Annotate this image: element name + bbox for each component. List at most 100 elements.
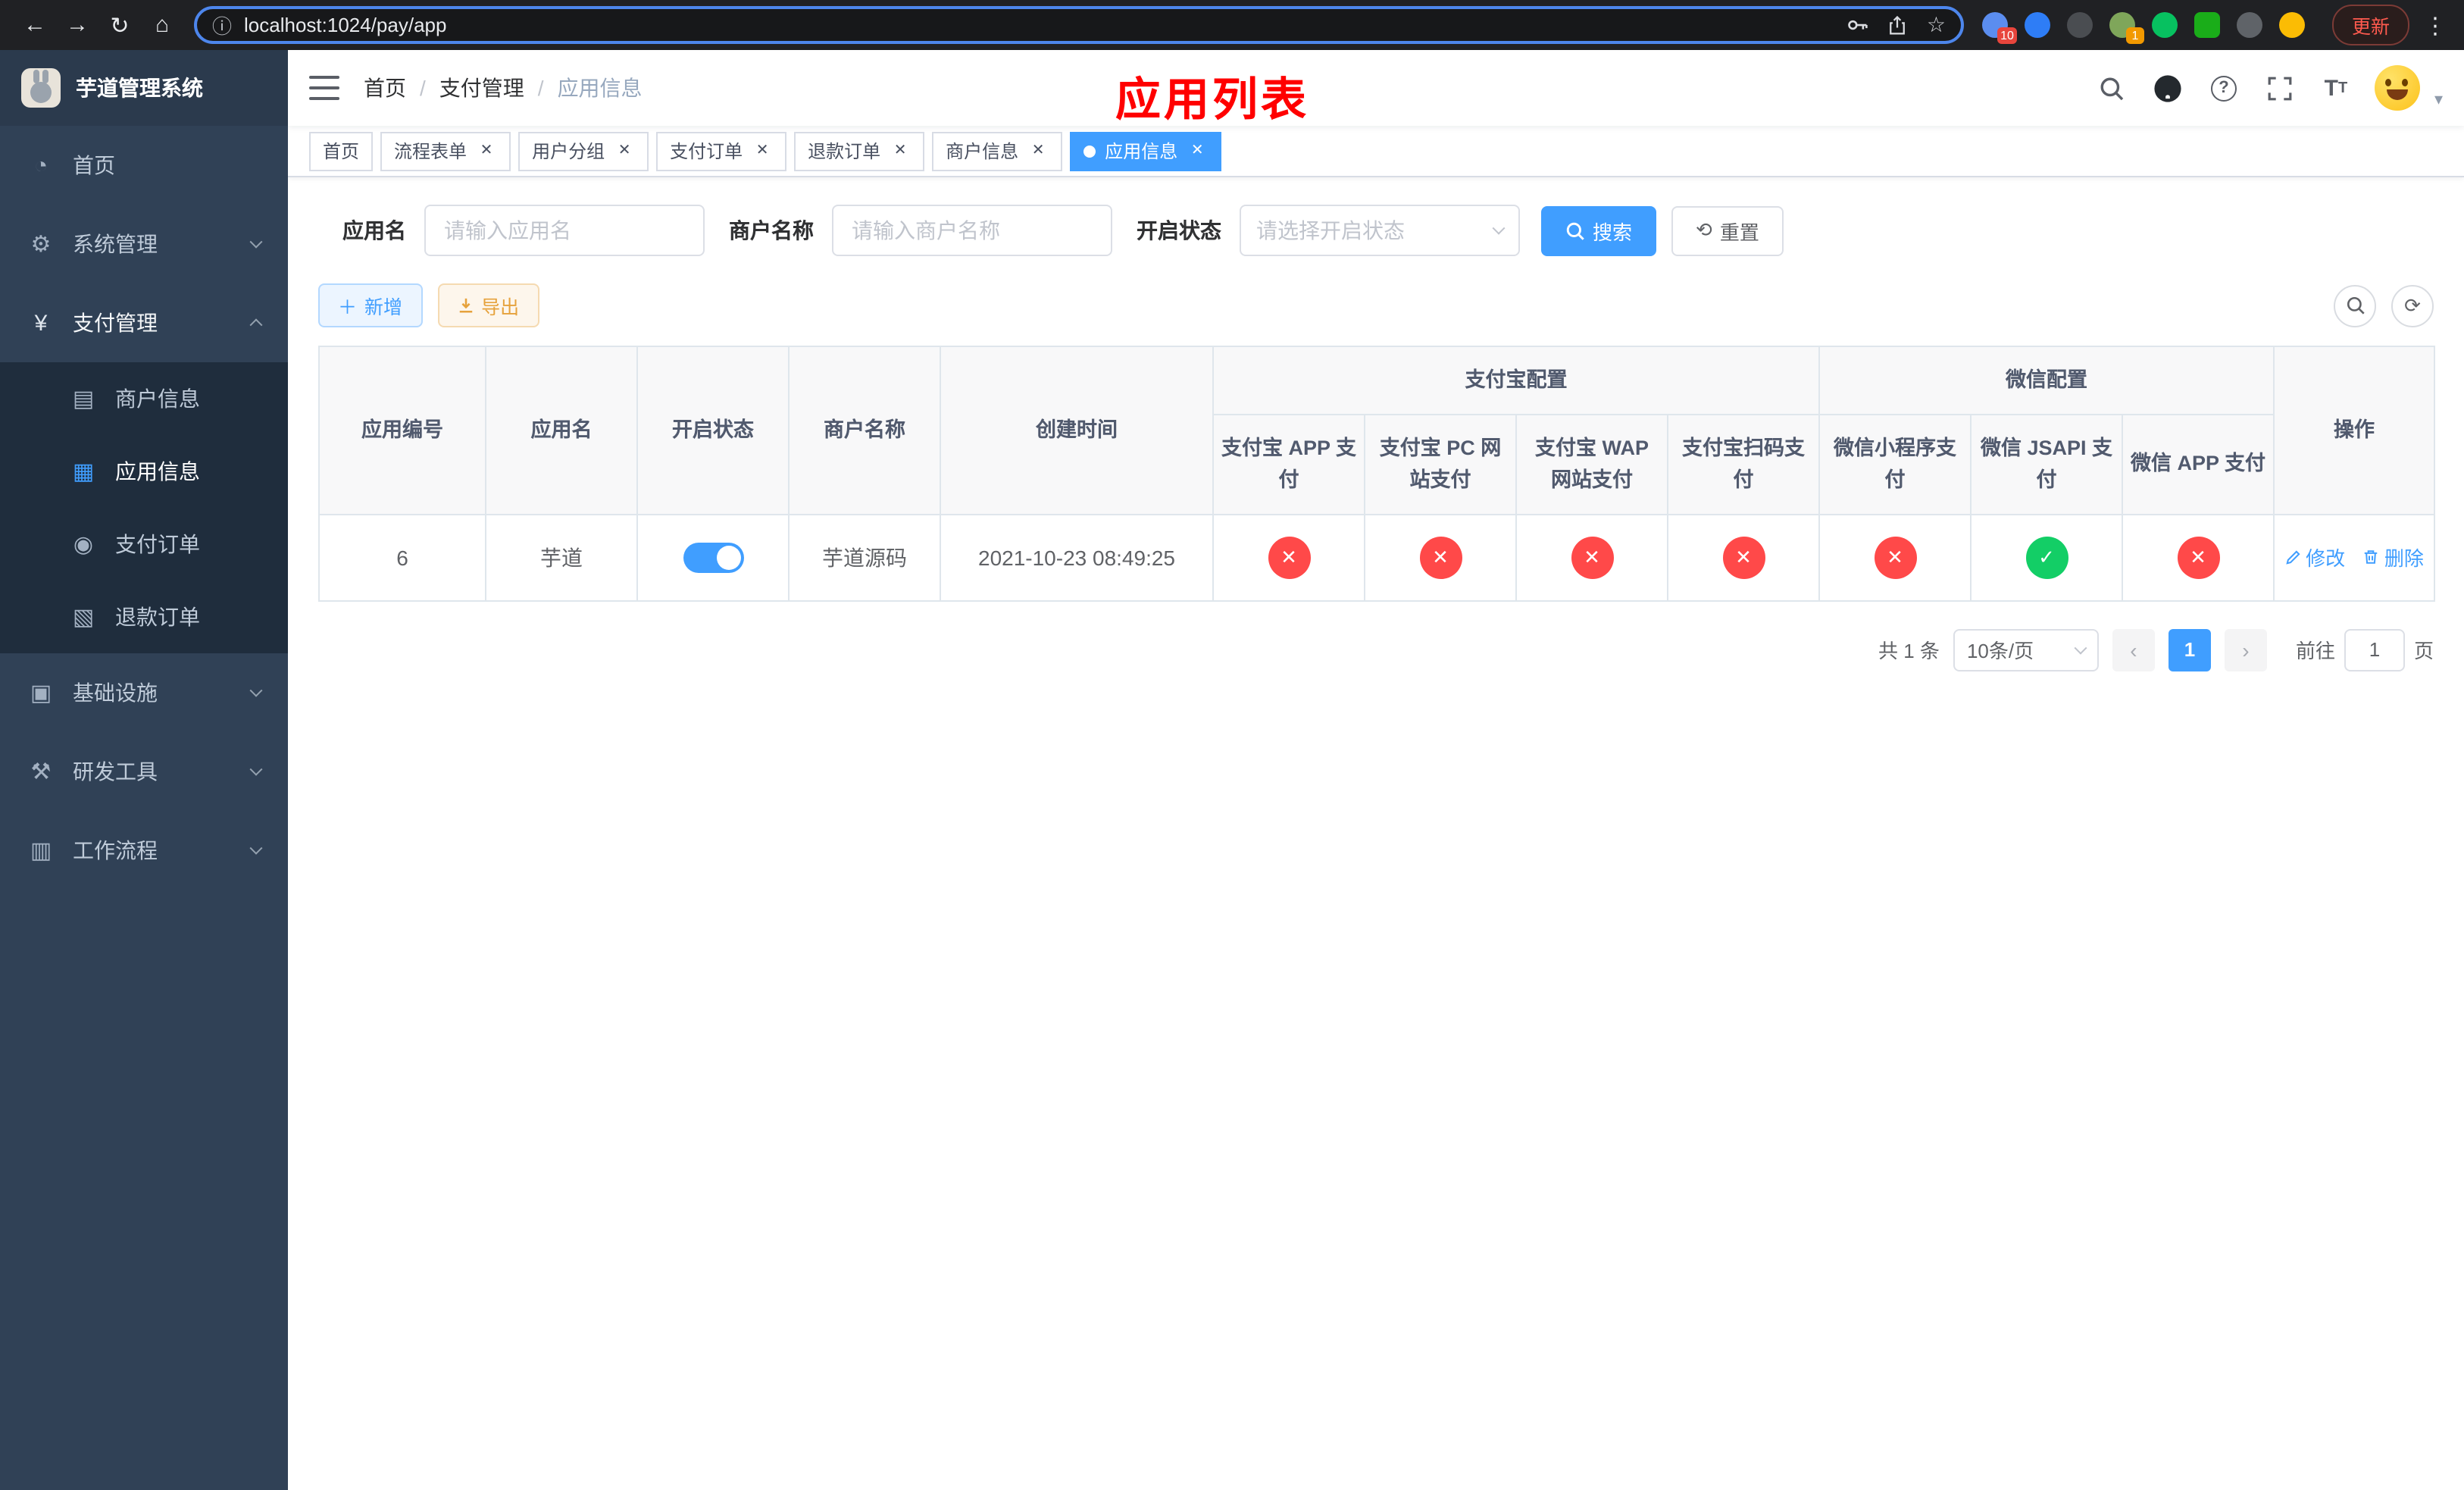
tab-label: 支付订单 (670, 141, 743, 162)
status-badge: ✕ (1268, 536, 1310, 579)
sidebar-item-infra[interactable]: ▣ 基础设施 (0, 653, 288, 732)
refresh-table-button[interactable]: ⟳ (2391, 284, 2434, 327)
export-button[interactable]: 导出 (437, 283, 539, 327)
site-info-icon[interactable]: ⓘ (212, 11, 232, 39)
page-title: 应用列表 (1115, 76, 1309, 126)
tab-label: 应用信息 (1105, 141, 1178, 162)
top-navbar: 首页 / 支付管理 / 应用信息 应用列表 ? TT ▾ (288, 50, 2464, 126)
close-icon[interactable]: ✕ (614, 140, 635, 161)
sidebar-item-refund-order[interactable]: ▧ 退款订单 (0, 581, 288, 653)
sidebar-item-payment[interactable]: ¥ 支付管理 (0, 283, 288, 362)
reset-button-label: 重置 (1719, 221, 1759, 243)
col-alipay-wap: 支付宝 WAP 网站支付 (1515, 413, 1668, 515)
sidebar-item-devtools[interactable]: ⚒ 研发工具 (0, 732, 288, 811)
close-icon[interactable]: ✕ (1027, 140, 1049, 161)
page-number-1[interactable]: 1 (2168, 628, 2211, 671)
home-icon[interactable]: ⌂ (142, 5, 182, 45)
extension-5-icon[interactable] (2151, 12, 2178, 38)
close-icon[interactable]: ✕ (1187, 140, 1208, 161)
col-group-alipay: 支付宝配置 (1212, 346, 1820, 415)
col-alipay-pc: 支付宝 PC 网站支付 (1364, 413, 1517, 515)
tab-merchant-info[interactable]: 商户信息 ✕ (932, 131, 1063, 171)
add-button[interactable]: ＋ 新增 (318, 283, 423, 327)
sidebar-item-home[interactable]: ◔ 首页 (0, 126, 288, 205)
search-button[interactable]: 搜索 (1541, 205, 1657, 255)
sidebar-toggle-icon[interactable] (309, 76, 339, 100)
back-icon[interactable]: ← (15, 5, 55, 45)
share-icon[interactable] (1887, 14, 1909, 36)
prev-page-button[interactable]: ‹ (2112, 628, 2155, 671)
goto-page-input[interactable] (2344, 628, 2405, 671)
extension-3-icon[interactable] (2066, 12, 2093, 38)
breadcrumb-payment[interactable]: 支付管理 (439, 73, 524, 103)
col-group-wechat: 微信配置 (1818, 346, 2275, 415)
payment-submenu: ▤ 商户信息 ▦ 应用信息 ◉ 支付订单 ▧ 退款订单 (0, 362, 288, 653)
sidebar-item-system[interactable]: ⚙ 系统管理 (0, 205, 288, 283)
sidebar-item-workflow[interactable]: ▥ 工作流程 (0, 811, 288, 890)
status-select-placeholder: 请选择开启状态 (1256, 218, 1405, 243)
help-icon[interactable]: ? (2207, 71, 2240, 105)
breadcrumb-home[interactable]: 首页 (364, 73, 406, 103)
col-merchant: 商户名称 (788, 346, 941, 515)
cell-actions: 修改 删除 (2273, 513, 2435, 602)
password-key-icon[interactable] (1846, 14, 1869, 36)
search-icon[interactable] (2095, 71, 2128, 105)
tab-app-info[interactable]: 应用信息 ✕ (1070, 131, 1222, 171)
breadcrumb: 首页 / 支付管理 / 应用信息 (364, 73, 643, 103)
app-name-label: 应用名 (342, 218, 406, 243)
app-logo (21, 68, 61, 108)
extension-1-icon[interactable]: 10 (1981, 12, 2017, 44)
address-bar[interactable]: ⓘ localhost:1024/pay/app ☆ (194, 6, 1964, 44)
merchant-name-input[interactable] (832, 205, 1112, 256)
tab-home[interactable]: 首页 (309, 131, 374, 171)
github-icon[interactable] (2151, 71, 2184, 105)
status-label: 开启状态 (1137, 218, 1221, 243)
reset-button[interactable]: ⟲ 重置 (1671, 205, 1784, 255)
screen: ← → ↻ ⌂ ⓘ localhost:1024/pay/app ☆ 10 1 … (0, 0, 2464, 1490)
extension-8-icon[interactable] (2278, 12, 2305, 38)
cell-alipay-pc: ✕ (1364, 513, 1517, 602)
reload-icon[interactable]: ↻ (100, 5, 139, 45)
forward-icon[interactable]: → (58, 5, 97, 45)
app-name-input[interactable] (424, 205, 705, 256)
sidebar-item-pay-order[interactable]: ◉ 支付订单 (0, 508, 288, 581)
bookmark-star-icon[interactable]: ☆ (1927, 12, 1946, 38)
browser-update-button[interactable]: 更新 (2331, 5, 2409, 45)
chevron-down-icon (1492, 221, 1506, 235)
extension-6-icon[interactable] (2194, 12, 2220, 38)
hide-search-button[interactable] (2334, 284, 2376, 327)
tab-refund-order[interactable]: 退款订单 ✕ (794, 131, 925, 171)
user-avatar[interactable] (2375, 65, 2421, 111)
close-icon[interactable]: ✕ (890, 140, 911, 161)
edit-link[interactable]: 修改 (2284, 543, 2345, 572)
status-toggle[interactable] (683, 542, 743, 573)
extension-2-icon[interactable] (2024, 12, 2050, 38)
extension-7-icon[interactable] (2236, 12, 2262, 38)
browser-menu-icon[interactable]: ⋮ (2422, 11, 2449, 39)
cell-status (636, 513, 790, 602)
close-icon[interactable]: ✕ (476, 140, 497, 161)
order-icon: ◉ (73, 532, 94, 558)
tab-pay-order[interactable]: 支付订单 ✕ (656, 131, 787, 171)
sidebar-item-label: 首页 (73, 153, 115, 177)
sidebar-item-label: 基础设施 (73, 681, 158, 705)
chevron-down-icon (249, 841, 263, 855)
extension-4-icon[interactable]: 1 (2109, 12, 2144, 44)
close-icon[interactable]: ✕ (752, 140, 773, 161)
fullscreen-icon[interactable] (2263, 71, 2297, 105)
sidebar-item-app-info[interactable]: ▦ 应用信息 (0, 435, 288, 508)
user-menu-caret-icon[interactable]: ▾ (2434, 89, 2443, 108)
status-select[interactable]: 请选择开启状态 (1240, 205, 1520, 256)
sidebar-menu: ◔ 首页 ⚙ 系统管理 ¥ 支付管理 ▤ 商户信息 ▦ 应用信息 ◉ 支付订单 … (0, 126, 288, 890)
page-size-select[interactable]: 10条/页 (1953, 628, 2099, 671)
font-size-icon[interactable]: TT (2319, 71, 2353, 105)
tab-process-form[interactable]: 流程表单 ✕ (380, 131, 511, 171)
download-icon (458, 298, 472, 313)
delete-link[interactable]: 删除 (2363, 543, 2424, 572)
sidebar-item-merchant-info[interactable]: ▤ 商户信息 (0, 362, 288, 435)
cell-app-name: 芋道 (485, 513, 638, 602)
app-logo-row[interactable]: 芋道管理系统 (0, 50, 288, 126)
tab-user-group[interactable]: 用户分组 ✕ (518, 131, 649, 171)
extension-badge: 1 (2125, 27, 2144, 44)
next-page-button[interactable]: › (2224, 628, 2267, 671)
